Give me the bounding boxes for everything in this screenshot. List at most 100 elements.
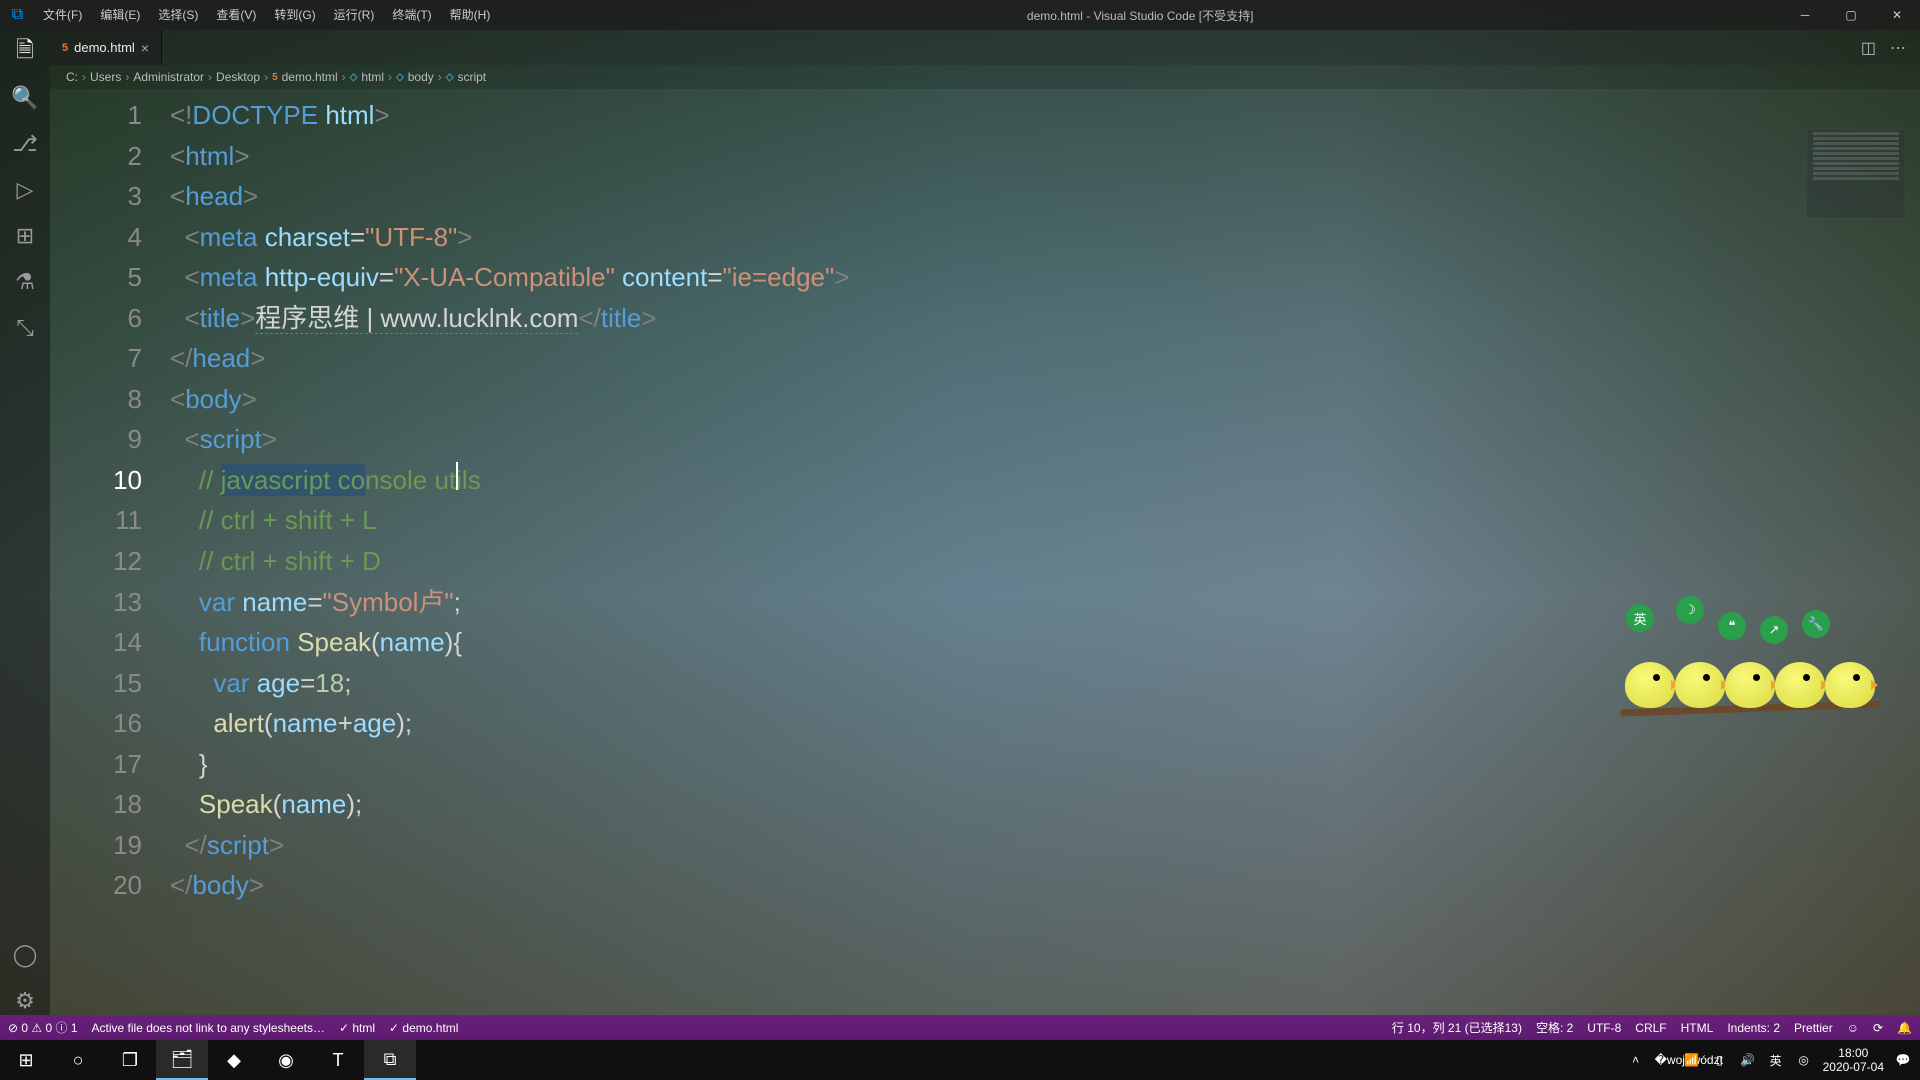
account-icon[interactable]: ◯ (11, 941, 39, 969)
tray-app-icon[interactable]: ◎ (1795, 1053, 1813, 1067)
task-view-icon[interactable]: ❐ (104, 1040, 156, 1080)
code-line[interactable]: 9 <script> (50, 419, 1920, 460)
breadcrumb-segment[interactable]: C: (66, 70, 78, 84)
mascot-bubble-wrench-icon[interactable]: 🔧 (1802, 610, 1830, 638)
code-content[interactable]: <meta http-equiv="X-UA-Compatible" conte… (170, 257, 849, 298)
code-line[interactable]: 5 <meta http-equiv="X-UA-Compatible" con… (50, 257, 1920, 298)
status-language[interactable]: HTML (1681, 1021, 1714, 1035)
menu-item[interactable]: 转到(G) (266, 0, 323, 30)
explorer-icon[interactable]: 🗎 (11, 38, 39, 66)
breadcrumb-symbol[interactable]: html (361, 70, 384, 84)
code-line[interactable]: 8<body> (50, 379, 1920, 420)
run-debug-icon[interactable]: ▷ (11, 176, 39, 204)
mascot-bubble-arrow-icon[interactable]: ↗ (1760, 616, 1788, 644)
maximize-button[interactable]: ▢ (1828, 0, 1874, 30)
breadcrumb-file[interactable]: demo.html (282, 70, 338, 84)
line-number[interactable]: 7 (50, 338, 170, 379)
code-content[interactable]: function Speak(name){ (170, 622, 462, 663)
status-indents[interactable]: Indents: 2 (1727, 1021, 1780, 1035)
menu-item[interactable]: 帮助(H) (442, 0, 499, 30)
menu-item[interactable]: 查看(V) (208, 0, 264, 30)
code-line[interactable]: 4 <meta charset="UTF-8"> (50, 217, 1920, 258)
wifi-icon[interactable]: 📶 (1683, 1053, 1701, 1067)
code-line[interactable]: 10 // javascript console utils (50, 460, 1920, 501)
menu-item[interactable]: 文件(F) (35, 0, 90, 30)
line-number[interactable]: 6 (50, 298, 170, 339)
code-line[interactable]: 20</body> (50, 865, 1920, 906)
line-number[interactable]: 5 (50, 257, 170, 298)
code-content[interactable]: </body> (170, 865, 264, 906)
code-content[interactable]: <meta charset="UTF-8"> (170, 217, 472, 258)
line-number[interactable]: 1 (50, 95, 170, 136)
line-number[interactable]: 15 (50, 663, 170, 704)
breadcrumb-segment[interactable]: Users (90, 70, 121, 84)
testing-icon[interactable]: ⚗ (11, 268, 39, 296)
battery-icon[interactable]: ▯ (1711, 1053, 1729, 1067)
minimize-button[interactable]: ─ (1782, 0, 1828, 30)
split-editor-icon[interactable]: ◫ (1861, 38, 1876, 58)
code-line[interactable]: 17 } (50, 744, 1920, 785)
code-content[interactable]: // javascript console utils (170, 460, 481, 501)
tab-close-icon[interactable]: × (141, 40, 149, 56)
code-line[interactable]: 18 Speak(name); (50, 784, 1920, 825)
menu-item[interactable]: 选择(S) (150, 0, 206, 30)
status-check-html[interactable]: ✓ html (339, 1021, 375, 1035)
action-center-icon[interactable]: 💬 (1894, 1053, 1912, 1067)
line-number[interactable]: 11 (50, 500, 170, 541)
chrome-icon[interactable]: ◉ (260, 1040, 312, 1080)
code-content[interactable]: var age=18; (170, 663, 351, 704)
code-line[interactable]: 12 // ctrl + shift + D (50, 541, 1920, 582)
remote-icon[interactable]: ⤡ (11, 314, 39, 342)
ime-indicator[interactable]: 英 (1767, 1052, 1785, 1069)
wifi-icon[interactable]: �województ (1655, 1053, 1673, 1067)
code-line[interactable]: 19 </script> (50, 825, 1920, 866)
code-content[interactable]: var name="Symbol卢"; (170, 582, 461, 623)
code-content[interactable]: </script> (170, 825, 284, 866)
breadcrumb-segment[interactable]: Administrator (133, 70, 204, 84)
mascot-bubble-text[interactable]: 英 (1626, 604, 1654, 632)
cortana-icon[interactable]: ○ (52, 1040, 104, 1080)
file-explorer-icon[interactable]: 🗂 (156, 1040, 208, 1080)
extensions-icon[interactable]: ⊞ (11, 222, 39, 250)
code-content[interactable]: // ctrl + shift + L (170, 500, 377, 541)
status-sync-icon[interactable]: ⟳ (1873, 1021, 1883, 1035)
breadcrumb-symbol[interactable]: script (457, 70, 486, 84)
tray-chevron-icon[interactable]: ˄ (1627, 1053, 1645, 1067)
line-number[interactable]: 14 (50, 622, 170, 663)
line-number[interactable]: 17 (50, 744, 170, 785)
code-line[interactable]: 2<html> (50, 136, 1920, 177)
line-number[interactable]: 2 (50, 136, 170, 177)
status-check-file[interactable]: ✓ demo.html (389, 1021, 458, 1035)
code-content[interactable]: <html> (170, 136, 250, 177)
status-encoding[interactable]: UTF-8 (1587, 1021, 1621, 1035)
line-number[interactable]: 20 (50, 865, 170, 906)
status-stylesheet-hint[interactable]: Active file does not link to any stylesh… (92, 1021, 325, 1035)
code-content[interactable]: </head> (170, 338, 265, 379)
status-feedback-icon[interactable]: ☺ (1847, 1021, 1859, 1035)
line-number[interactable]: 10 (50, 460, 170, 501)
status-prettier[interactable]: Prettier (1794, 1021, 1833, 1035)
code-line[interactable]: 6 <title>程序思维 | www.lucklnk.com</title> (50, 298, 1920, 339)
status-problems[interactable]: ⊘ 0 ⚠ 0 ⓘ 1 (8, 1019, 78, 1036)
code-content[interactable]: <!DOCTYPE html> (170, 95, 390, 136)
line-number[interactable]: 18 (50, 784, 170, 825)
line-number[interactable]: 13 (50, 582, 170, 623)
menu-item[interactable]: 运行(R) (326, 0, 383, 30)
code-content[interactable]: <head> (170, 176, 258, 217)
line-number[interactable]: 9 (50, 419, 170, 460)
menu-item[interactable]: 编辑(E) (92, 0, 148, 30)
taskbar-clock[interactable]: 18:00 2020-07-04 (1823, 1046, 1884, 1075)
close-button[interactable]: ✕ (1874, 0, 1920, 30)
line-number[interactable]: 19 (50, 825, 170, 866)
breadcrumb-segment[interactable]: Desktop (216, 70, 260, 84)
menu-item[interactable]: 终端(T) (384, 0, 439, 30)
settings-icon[interactable]: ⚙ (11, 987, 39, 1015)
status-indent[interactable]: 空格: 2 (1536, 1019, 1573, 1036)
line-number[interactable]: 12 (50, 541, 170, 582)
breadcrumb-symbol[interactable]: body (408, 70, 434, 84)
minimap[interactable] (1806, 129, 1906, 219)
line-number[interactable]: 16 (50, 703, 170, 744)
mascot-bubble-moon-icon[interactable]: ☽ (1676, 596, 1704, 624)
code-editor[interactable]: 1<!DOCTYPE html>2<html>3<head>4 <meta ch… (50, 89, 1920, 1015)
search-icon[interactable]: 🔍 (11, 84, 39, 112)
